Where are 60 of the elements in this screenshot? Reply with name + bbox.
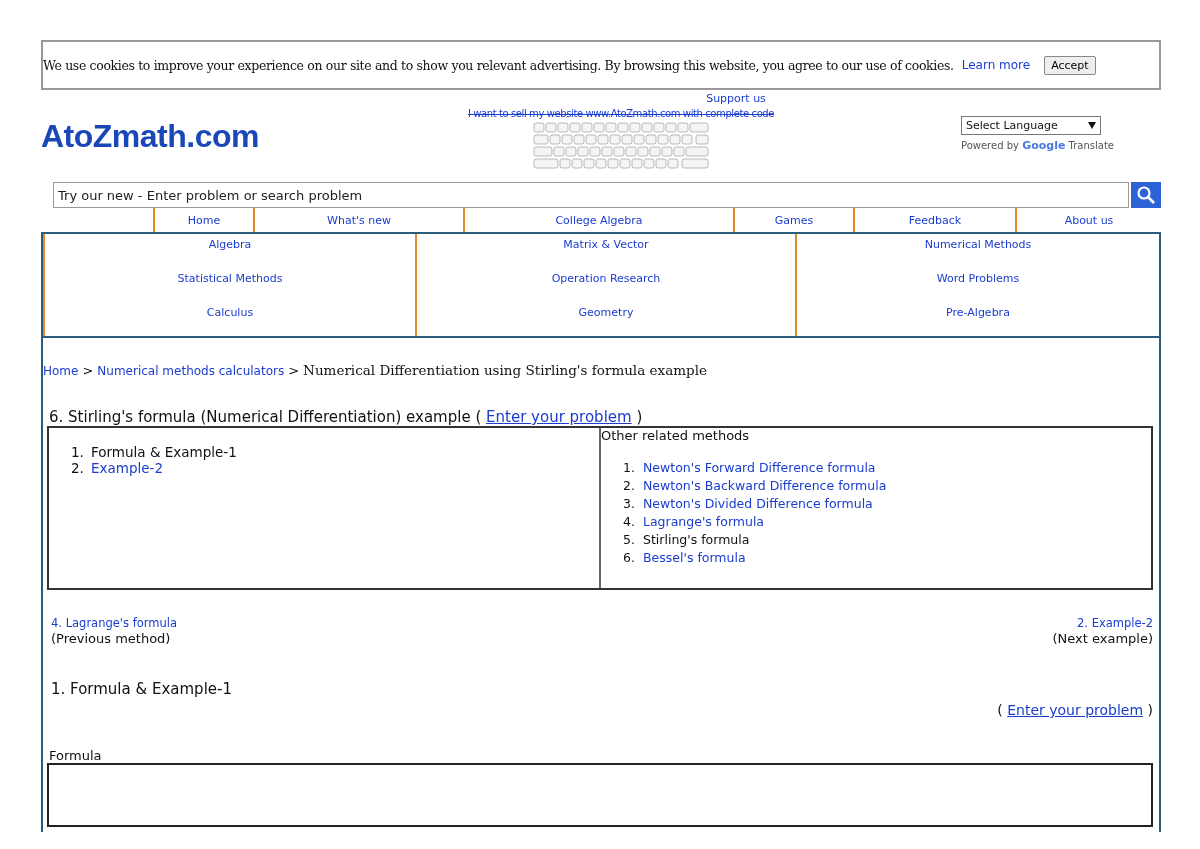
site-logo[interactable]: AtoZmath.com — [41, 118, 421, 155]
search-button[interactable] — [1131, 182, 1161, 208]
method-link[interactable]: Newton's Divided Difference formula — [643, 496, 873, 511]
list-number: 2. — [623, 477, 636, 495]
category-link[interactable]: Numerical Methods — [924, 238, 1032, 251]
next-link[interactable]: 2. Example-2 — [1077, 616, 1153, 630]
breadcrumb-link[interactable]: Numerical methods calculators — [97, 364, 285, 378]
category-link[interactable]: Geometry — [578, 306, 634, 319]
category-link[interactable]: Word Problems — [936, 272, 1020, 285]
heading-paren: ) — [636, 408, 643, 426]
method-link[interactable]: Newton's Forward Difference formula — [643, 460, 876, 475]
nav-link[interactable]: Feedback — [853, 208, 1015, 232]
list-number: 1. — [623, 459, 636, 477]
section-title: 1. Formula & Example-1 — [51, 680, 233, 698]
enter-problem-link[interactable]: Enter your problem — [486, 408, 632, 426]
list-number: 5. — [623, 531, 636, 549]
list-number: 6. — [623, 549, 636, 567]
list-number: 3. — [623, 495, 636, 513]
list-number: 2. — [71, 460, 85, 476]
translate-text: Translate — [1068, 140, 1114, 151]
category-link[interactable]: Matrix & Vector — [563, 238, 649, 251]
search-icon — [1136, 185, 1156, 205]
breadcrumb-current: Numerical Differentiation using Stirling's formula example — [303, 362, 707, 378]
accept-button[interactable]: Accept — [1044, 55, 1096, 75]
nav-link[interactable]: Home — [153, 208, 253, 232]
formula-label: Formula — [49, 748, 103, 763]
sell-notice-link[interactable]: I want to sell my website www.AtoZmath.com with complete code — [467, 108, 775, 119]
powered-by-text: Powered by — [961, 140, 1019, 151]
support-link[interactable]: Support us — [706, 92, 766, 105]
nav-link[interactable]: Games — [733, 208, 853, 232]
nav-link[interactable]: About us — [1015, 208, 1161, 232]
category-link[interactable]: Pre-Algebra — [946, 306, 1010, 319]
category-link[interactable]: Statistical Methods — [177, 272, 283, 285]
list-number: 1. — [71, 444, 85, 460]
category-link[interactable]: Algebra — [208, 238, 252, 251]
learn-more-link[interactable]: Learn more — [961, 58, 1031, 72]
breadcrumb-separator: > — [288, 363, 300, 378]
next-caption: (Next example) — [1052, 631, 1153, 646]
category-link[interactable]: Calculus — [206, 306, 254, 319]
category-link[interactable]: Operation Research — [551, 272, 661, 285]
previous-link[interactable]: 4. Lagrange's formula — [51, 616, 177, 630]
related-title: Other related methods — [601, 428, 751, 443]
search-field[interactable]: Try our new - Enter problem or search problem — [53, 182, 1129, 208]
paren: ( — [997, 702, 1003, 718]
method-link[interactable]: Newton's Backward Difference formula — [643, 478, 887, 493]
method-link[interactable]: Lagrange's formula — [643, 514, 765, 529]
breadcrumb-separator: > — [82, 363, 94, 378]
breadcrumb-link[interactable]: Home — [43, 364, 79, 378]
nav-link[interactable]: College Algebra — [463, 208, 733, 232]
previous-caption: (Previous method) — [51, 631, 172, 646]
list-number: 4. — [623, 513, 636, 531]
google-logo: Google — [1022, 139, 1066, 152]
enter-problem-link[interactable]: Enter your problem — [1007, 702, 1144, 718]
method-link[interactable]: Bessel's formula — [643, 550, 746, 565]
cookie-text: We use cookies to improve your experience on our site and to show you relevant advertising. By browsing this website, you agree to our use of cookies. — [43, 57, 954, 73]
caret-icon — [1088, 122, 1096, 129]
page-heading: 6. Stirling's formula (Numerical Differentiation) example ( — [49, 408, 482, 426]
language-select[interactable]: Select Language — [961, 116, 1101, 135]
nav-link[interactable]: What's new — [253, 208, 463, 232]
paren: ) — [1147, 702, 1153, 718]
